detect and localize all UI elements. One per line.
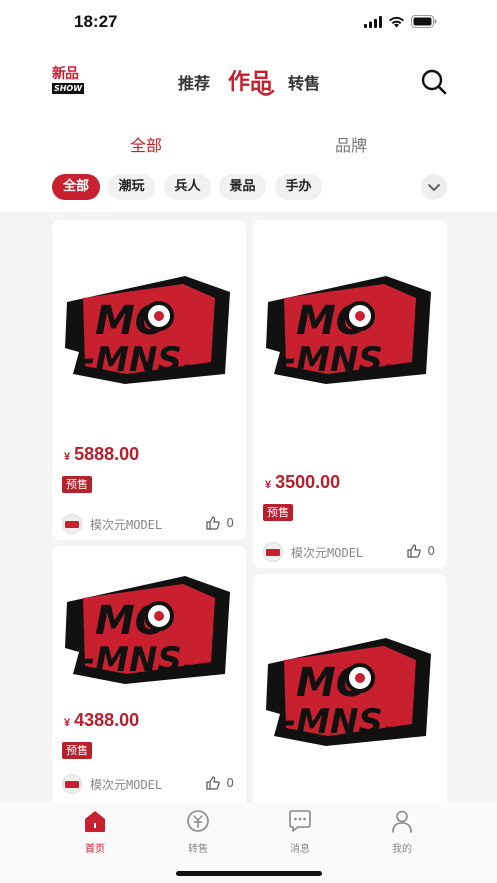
author-info[interactable]: 模次元MODEL [62, 514, 162, 534]
product-card[interactable]: MO -MNS. ¥5888.00 预售 模次元MODEL 0 [52, 220, 246, 540]
like-button[interactable]: 0 [206, 776, 234, 790]
avatar [62, 514, 82, 534]
avatar [62, 774, 82, 794]
nav-label: 首页 [85, 844, 105, 855]
wifi-icon [389, 16, 404, 27]
thumbs-up-icon [206, 776, 221, 790]
product-image: MO -MNS. [253, 220, 447, 420]
currency-symbol: ¥ [265, 479, 272, 491]
like-button[interactable]: 0 [206, 516, 234, 530]
category-chips: 全部 潮玩 兵人 景品 手办 [0, 174, 497, 202]
price-value: 4388.00 [74, 710, 140, 730]
logo-text-bottom: -MNS. [282, 702, 396, 742]
product-image: MO -MNS. [253, 574, 447, 802]
author-name: 模次元MODEL [90, 777, 163, 792]
tab-recommend[interactable]: 推荐 [178, 70, 210, 94]
like-count: 0 [427, 544, 435, 558]
logo-show-text: SHOW [52, 83, 84, 94]
product-card[interactable]: MO -MNS. ¥4388.00 预售 模次元MODEL 0 [52, 546, 246, 802]
nav-profile[interactable]: 我的 [372, 808, 432, 855]
status-time: 18:27 [74, 12, 118, 31]
sub-tabs: 全部 品牌 [0, 124, 497, 160]
like-count: 0 [226, 776, 234, 790]
currency-symbol: ¥ [64, 451, 71, 463]
brand-logo: MO -MNS. [266, 276, 431, 384]
tab-resale[interactable]: 转售 [288, 70, 320, 94]
product-image: MO -MNS. [52, 546, 246, 706]
subtab-brand[interactable]: 品牌 [311, 132, 391, 156]
signal-icon [364, 15, 382, 28]
logo-text-bottom: -MNS. [81, 640, 195, 680]
home-indicator[interactable] [176, 871, 322, 876]
presale-badge: 预售 [263, 504, 293, 521]
product-price: ¥3500.00 [265, 472, 340, 493]
brand-logo: MO -MNS. [65, 276, 230, 384]
nav-messages[interactable]: 消息 [270, 808, 330, 855]
home-icon [85, 811, 105, 832]
product-card[interactable]: MO -MNS. [253, 574, 447, 802]
status-bar: 18:27 [0, 0, 497, 46]
chevron-down-icon[interactable] [421, 174, 447, 200]
chip-prizes[interactable]: 景品 [219, 174, 266, 200]
currency-symbol: ¥ [64, 717, 71, 729]
app-logo[interactable]: 新品 SHOW [52, 66, 86, 96]
chip-figures[interactable]: 手办 [275, 174, 322, 200]
avatar [263, 542, 283, 562]
presale-badge: 预售 [62, 476, 92, 493]
nav-resale[interactable]: 转售 [168, 808, 228, 855]
product-card[interactable]: MO -MNS. ¥3500.00 预售 模次元MODEL 0 [253, 220, 447, 568]
brand-logo: MO -MNS. [266, 638, 431, 746]
product-price: ¥5888.00 [64, 444, 139, 465]
chip-all[interactable]: 全部 [52, 174, 100, 200]
like-count: 0 [226, 516, 234, 530]
price-value: 3500.00 [275, 472, 341, 492]
nav-label: 消息 [290, 844, 310, 855]
status-icons [364, 15, 437, 28]
product-feed[interactable]: MO -MNS. ¥5888.00 预售 模次元MODEL 0 MO -MNS.… [0, 212, 497, 802]
profile-icon [392, 810, 412, 833]
chip-soldiers[interactable]: 兵人 [164, 174, 211, 200]
top-nav: 新品 SHOW 推荐 作品 转售 [0, 56, 497, 108]
nav-home[interactable]: 首页 [65, 808, 125, 855]
product-price: ¥4388.00 [64, 710, 139, 731]
chip-trendy-toys[interactable]: 潮玩 [108, 174, 155, 200]
logo-top-text: 新品 [52, 66, 79, 82]
message-icon [289, 810, 311, 832]
nav-label: 我的 [392, 844, 412, 855]
presale-badge: 预售 [62, 742, 92, 759]
subtab-all[interactable]: 全部 [106, 132, 186, 156]
brand-logo: MO -MNS. [65, 576, 230, 684]
logo-text-bottom: -MNS. [81, 340, 195, 380]
nav-label: 转售 [188, 844, 208, 855]
search-icon[interactable] [420, 68, 448, 96]
active-tab-indicator [258, 89, 274, 96]
author-info[interactable]: 模次元MODEL [62, 774, 162, 794]
thumbs-up-icon [407, 544, 422, 558]
product-image: MO -MNS. [52, 220, 246, 440]
thumbs-up-icon [206, 516, 221, 530]
author-info[interactable]: 模次元MODEL [263, 542, 363, 562]
author-name: 模次元MODEL [90, 517, 163, 532]
resale-icon [187, 810, 209, 832]
price-value: 5888.00 [74, 444, 140, 464]
author-name: 模次元MODEL [291, 545, 364, 560]
battery-icon [411, 15, 437, 28]
like-button[interactable]: 0 [407, 544, 435, 558]
logo-text-bottom: -MNS. [282, 340, 396, 380]
